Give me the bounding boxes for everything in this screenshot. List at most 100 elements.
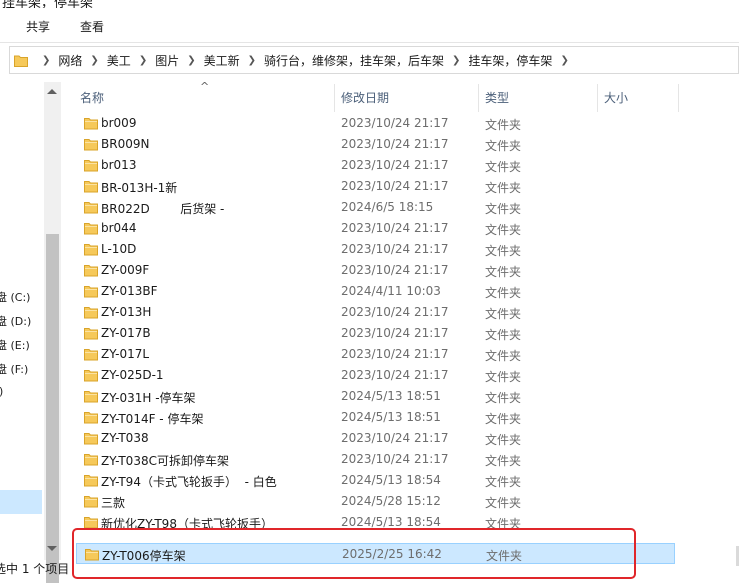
file-row[interactable]: ZY-009F 2023/10/24 21:17 文件夹: [76, 260, 675, 281]
scrollbar-thumb[interactable]: [46, 234, 59, 583]
chevron-right-icon[interactable]: ❯: [42, 55, 50, 66]
file-modified-date: 2024/5/13 18:51: [341, 410, 441, 424]
folder-icon: [84, 368, 98, 382]
nav-drive-f[interactable]: 盘 (F:): [0, 361, 28, 377]
file-name: ZY-017B: [101, 326, 151, 340]
nav-drive-c[interactable]: 盘 (C:): [0, 289, 30, 305]
file-name: ZY-013BF: [101, 284, 158, 298]
file-name: ZY-017L: [101, 347, 150, 361]
column-header-modified[interactable]: 修改日期: [341, 84, 389, 112]
file-type: 文件夹: [485, 496, 522, 510]
file-row[interactable]: BR022D 后货架 - 2024/6/5 18:15 文件夹: [76, 197, 675, 218]
file-name: ZY-T006停车架: [102, 549, 186, 563]
tab-view[interactable]: 查看: [80, 18, 104, 35]
nav-item-partial[interactable]: ): [0, 385, 3, 398]
file-row[interactable]: br013 2023/10/24 21:17 文件夹: [76, 155, 675, 176]
scroll-down-arrow-icon[interactable]: [47, 546, 57, 551]
file-row[interactable]: ZY-013H 2023/10/24 21:17 文件夹: [76, 302, 675, 323]
folder-icon: [84, 263, 98, 277]
breadcrumb-stands[interactable]: 骑行台，维修架，挂车架，后车架: [264, 52, 444, 69]
file-row[interactable]: 新优化ZY-T98（卡式飞轮扳手） 2024/5/13 18:54 文件夹: [76, 512, 675, 533]
sort-ascending-icon: ^: [200, 80, 210, 93]
file-row[interactable]: ZY-017L 2023/10/24 21:17 文件夹: [76, 344, 675, 365]
file-type: 文件夹: [485, 412, 522, 426]
file-type: 文件夹: [485, 118, 522, 132]
file-name: BR022D 后货架 -: [101, 202, 225, 216]
file-modified-date: 2024/5/13 18:51: [341, 389, 441, 403]
status-bar: 选中 1 个项目: [0, 558, 70, 578]
chevron-right-icon[interactable]: ❯: [139, 55, 147, 66]
file-type: 文件夹: [485, 265, 522, 279]
file-modified-date: 2024/4/11 10:03: [341, 284, 441, 298]
file-name: ZY-T038C可拆卸停车架: [101, 454, 229, 468]
file-type: 文件夹: [485, 139, 522, 153]
ribbon-tabs: 共享 查看: [0, 8, 739, 43]
nav-selected-item[interactable]: [0, 490, 42, 514]
status-text: 选中 1 个项目: [0, 562, 70, 576]
file-name: ZY-T038: [101, 431, 149, 445]
column-divider[interactable]: [334, 84, 335, 112]
file-row[interactable]: L-10D 2023/10/24 21:17 文件夹: [76, 239, 675, 260]
file-row-selected[interactable]: ZY-T006停车架 2025/2/25 16:42 文件夹: [76, 543, 675, 564]
file-type: 文件夹: [485, 181, 522, 195]
file-row[interactable]: ZY-025D-1 2023/10/24 21:17 文件夹: [76, 365, 675, 386]
column-header-type[interactable]: 类型: [485, 84, 509, 112]
chevron-right-icon[interactable]: ❯: [452, 55, 460, 66]
chevron-right-icon[interactable]: ❯: [90, 55, 98, 66]
file-type: 文件夹: [485, 286, 522, 300]
file-name: 三款: [101, 496, 126, 510]
address-bar[interactable]: ❯ 网络 ❯ 美工 ❯ 图片 ❯ 美工新 ❯ 骑行台，维修架，挂车架，后车架 ❯…: [9, 46, 739, 74]
nav-scrollbar[interactable]: [44, 82, 61, 583]
file-row[interactable]: ZY-031H -停车架 2024/5/13 18:51 文件夹: [76, 386, 675, 407]
file-modified-date: 2023/10/24 21:17: [341, 326, 449, 340]
file-type: 文件夹: [485, 475, 522, 489]
file-row[interactable]: br044 2023/10/24 21:17 文件夹: [76, 218, 675, 239]
file-row[interactable]: ZY-T94（卡式飞轮扳手） - 白色 2024/5/13 18:54 文件夹: [76, 470, 675, 491]
breadcrumb-network[interactable]: 网络: [58, 52, 82, 69]
file-name: ZY-009F: [101, 263, 150, 277]
file-row[interactable]: BR009N 2023/10/24 21:17 文件夹: [76, 134, 675, 155]
breadcrumb-art-new[interactable]: 美工新: [204, 52, 240, 69]
file-row[interactable]: br009 2023/10/24 21:17 文件夹: [76, 113, 675, 134]
file-modified-date: 2024/6/5 18:15: [341, 200, 434, 214]
folder-icon: [84, 242, 98, 256]
file-type: 文件夹: [485, 517, 522, 531]
file-name: br009: [101, 116, 137, 130]
file-type: 文件夹: [485, 370, 522, 384]
file-explorer-window: 挂车架，停车架 共享 查看 ❯ 网络 ❯ 美工 ❯ 图片 ❯ 美工新 ❯ 骑行台: [0, 0, 739, 583]
breadcrumb-pictures[interactable]: 图片: [155, 52, 179, 69]
file-row[interactable]: 三款 2024/5/28 15:12 文件夹: [76, 491, 675, 512]
file-modified-date: 2023/10/24 21:17: [341, 116, 449, 130]
folder-icon: [84, 452, 98, 466]
file-modified-date: 2023/10/24 21:17: [341, 242, 449, 256]
file-row[interactable]: ZY-017B 2023/10/24 21:17 文件夹: [76, 323, 675, 344]
window-title-text: 挂车架，停车架: [2, 0, 94, 8]
column-divider[interactable]: [678, 84, 679, 112]
file-row[interactable]: BR-013H-1新 2023/10/24 21:17 文件夹: [76, 176, 675, 197]
column-header-name[interactable]: 名称: [80, 84, 104, 112]
scroll-up-arrow-icon[interactable]: [47, 89, 57, 94]
chevron-right-icon[interactable]: ❯: [248, 55, 256, 66]
breadcrumb-art[interactable]: 美工: [107, 52, 131, 69]
file-row[interactable]: ZY-T038C可拆卸停车架 2023/10/24 21:17 文件夹: [76, 449, 675, 470]
chevron-right-icon[interactable]: ❯: [187, 55, 195, 66]
file-modified-date: 2024/5/13 18:54: [341, 515, 441, 529]
column-divider[interactable]: [597, 84, 598, 112]
file-type: 文件夹: [485, 433, 522, 447]
file-row[interactable]: ZY-T014F - 停车架 2024/5/13 18:51 文件夹: [76, 407, 675, 428]
file-name: br044: [101, 221, 137, 235]
column-header-size[interactable]: 大小: [604, 84, 628, 112]
tab-share[interactable]: 共享: [26, 18, 50, 35]
chevron-right-icon[interactable]: ❯: [560, 55, 568, 66]
file-row[interactable]: ZY-T038 2023/10/24 21:17 文件夹: [76, 428, 675, 449]
file-type: 文件夹: [485, 391, 522, 405]
folder-icon: [84, 347, 98, 361]
folder-icon: [84, 221, 98, 235]
column-divider[interactable]: [478, 84, 479, 112]
breadcrumb-current[interactable]: 挂车架，停车架: [468, 52, 552, 69]
file-name: ZY-025D-1: [101, 368, 164, 382]
file-row[interactable]: ZY-013BF 2024/4/11 10:03 文件夹: [76, 281, 675, 302]
nav-drive-d[interactable]: 盘 (D:): [0, 313, 31, 329]
nav-drive-e[interactable]: 盘 (E:): [0, 337, 30, 353]
file-name: ZY-T014F - 停车架: [101, 412, 204, 426]
